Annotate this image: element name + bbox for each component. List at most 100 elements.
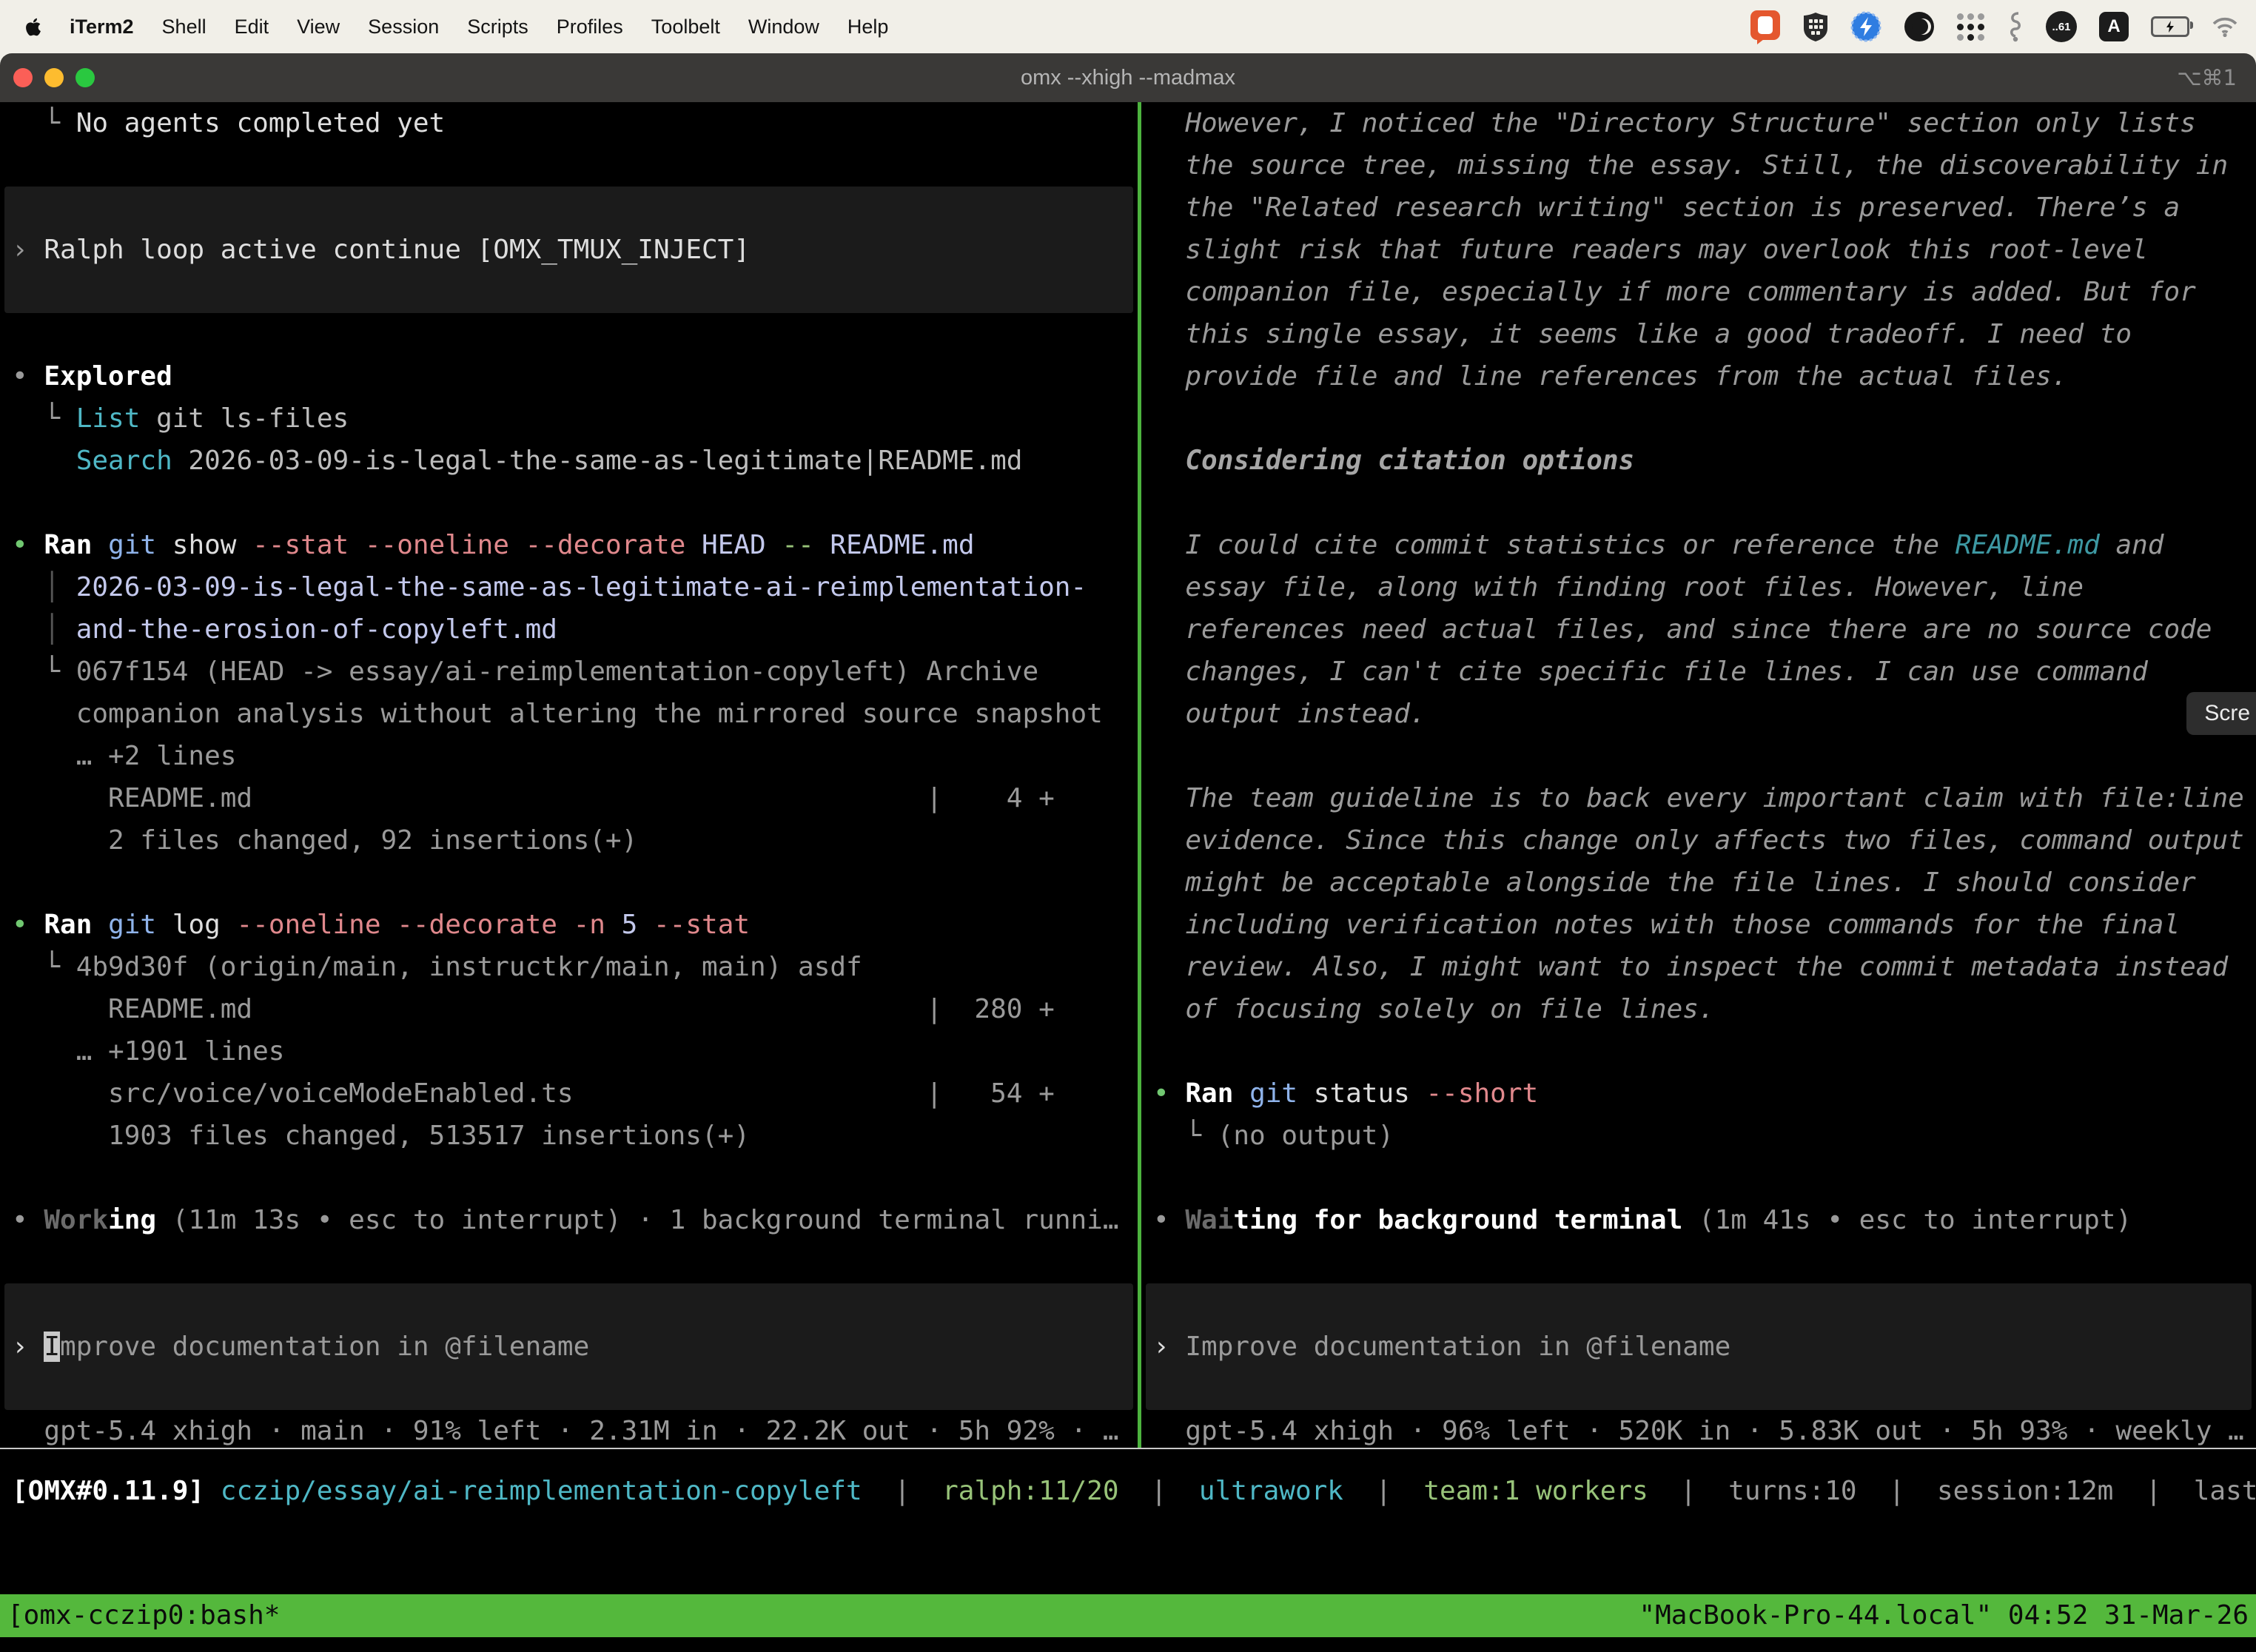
text-segment: --oneline --decorate -n xyxy=(236,910,621,940)
terminal-line: essay file, along with finding root file… xyxy=(1153,566,2256,608)
menu-toolbelt[interactable]: Toolbelt xyxy=(651,16,720,38)
text-segment: 2 files changed, 92 insertions(+) xyxy=(12,825,637,856)
text-segment: companion file, especially if more comme… xyxy=(1153,277,2196,307)
menu-view[interactable]: View xyxy=(297,16,340,38)
terminal-line: │ 2026-03-09-is-legal-the-same-as-legiti… xyxy=(12,566,1138,608)
text-segment: └ (no output) xyxy=(1153,1121,1394,1151)
text-segment: references need actual files, and since … xyxy=(1153,614,2212,645)
text-segment: • xyxy=(12,361,44,392)
traffic-lights xyxy=(0,68,95,87)
text-segment: └ 067f154 (HEAD -> essay/ai-reimplementa… xyxy=(12,657,1038,687)
left-pane: └ No agents completed yet› Ralph loop ac… xyxy=(0,102,1138,1454)
close-button[interactable] xyxy=(13,68,33,87)
tmux-status-bar: [omx-cczip0:bash* "MacBook-Pro-44.local"… xyxy=(0,1594,2256,1637)
terminal-line: including verification notes with those … xyxy=(1153,904,2256,946)
text-segment: -- xyxy=(782,530,830,560)
text-segment: … +2 lines xyxy=(12,741,236,771)
text-segment: and-the-erosion-of-copyleft.md xyxy=(76,614,557,645)
text-segment: mprove documentation in @filename xyxy=(60,1332,589,1362)
menu-bar: iTerm2 Shell Edit View Session Scripts Profile… xyxy=(0,0,2256,53)
terminal-line: output instead. xyxy=(1153,693,2256,735)
text-segment: team:1 workers xyxy=(1423,1476,1648,1506)
terminal-line: references need actual files, and since … xyxy=(1153,608,2256,651)
menu-items: iTerm2 Shell Edit View Session Scripts Profile… xyxy=(0,16,888,38)
terminal-line: The team guideline is to back every impo… xyxy=(1153,777,2256,819)
terminal-line: • Ran git show --stat --oneline --decora… xyxy=(12,524,1138,566)
menu-scripts[interactable]: Scripts xyxy=(467,16,528,38)
text-segment: changes, I can't cite specific file line… xyxy=(1153,657,2148,687)
terminal-line: src/voice/voiceModeEnabled.ts | 54 + xyxy=(12,1072,1138,1115)
terminal-line: evidence. Since this change only affects… xyxy=(1153,819,2256,862)
tmux-host-clock: "MacBook-Pro-44.local" 04:52 31-Mar-26 xyxy=(1639,1594,2249,1637)
text-segment: List xyxy=(76,403,156,434)
terminal-line: └ 4b9d30f (origin/main, instructkr/main,… xyxy=(12,946,1138,988)
text-segment: README.md | 280 + xyxy=(12,994,1055,1024)
text-segment: ultrawork xyxy=(1199,1476,1343,1506)
screen-tooltip: Scre xyxy=(2186,692,2256,735)
a-key-icon[interactable]: A xyxy=(2099,12,2129,41)
text-segment: git xyxy=(1249,1078,1314,1109)
text-segment: git ls-files xyxy=(156,403,349,434)
text-segment: companion analysis without altering the … xyxy=(12,699,1103,729)
text-segment: Search xyxy=(76,446,189,476)
wifi-icon[interactable] xyxy=(2212,16,2238,37)
terminal-line: … +1901 lines xyxy=(12,1030,1138,1072)
terminal-line: 2 files changed, 92 insertions(+) xyxy=(12,819,1138,862)
terminal-line: › Improve documentation in @filename xyxy=(12,1326,1138,1368)
text-segment: of focusing solely on file lines. xyxy=(1153,994,1715,1024)
hook-icon[interactable] xyxy=(2007,11,2024,42)
text-segment: last:5m ago xyxy=(2194,1476,2256,1506)
menu-help[interactable]: Help xyxy=(847,16,889,38)
text-segment: Explored xyxy=(44,361,172,392)
text-segment: might be acceptable alongside the file l… xyxy=(1153,867,2196,898)
lightning-badge-icon[interactable] xyxy=(1850,11,1881,42)
dots-grid-icon[interactable] xyxy=(1957,13,1985,41)
crescent-icon[interactable] xyxy=(1904,11,1935,42)
minimize-button[interactable] xyxy=(44,68,64,87)
text-segment: (11m 13s • esc to interrupt) · 1 backgro… xyxy=(156,1205,1118,1235)
terminal-line: Search 2026-03-09-is-legal-the-same-as-l… xyxy=(12,440,1138,482)
badge-61-icon[interactable]: ..61 xyxy=(2046,11,2077,42)
text-segment: Considering citation options xyxy=(1153,446,1634,476)
text-segment: No agents completed yet xyxy=(76,108,446,138)
terminal-line: • Waiting for background terminal (1m 41… xyxy=(1153,1199,2256,1241)
menu-edit[interactable]: Edit xyxy=(235,16,269,38)
window-shortcut-badge: ⌥⌘1 xyxy=(2177,65,2256,90)
text-segment: output instead. xyxy=(1153,699,1426,729)
terminal-line: of focusing solely on file lines. xyxy=(1153,988,2256,1030)
menu-iterm2[interactable]: iTerm2 xyxy=(70,16,134,38)
menu-shell[interactable]: Shell xyxy=(162,16,207,38)
text-segment: The team guideline is to back every impo… xyxy=(1153,783,2244,813)
text-segment: [OMX#0.11.9] xyxy=(12,1476,204,1506)
shield-grid-icon[interactable] xyxy=(1803,12,1828,41)
text-segment: … +1901 lines xyxy=(12,1036,284,1067)
menu-profiles[interactable]: Profiles xyxy=(557,16,623,38)
terminal-line: 1903 files changed, 513517 insertions(+) xyxy=(12,1115,1138,1157)
apple-menu[interactable] xyxy=(25,17,41,37)
terminal-line: • Working (11m 13s • esc to interrupt) ·… xyxy=(12,1199,1138,1241)
battery-charging-icon[interactable] xyxy=(2151,16,2189,37)
pane-divider[interactable] xyxy=(1138,102,1141,1448)
text-segment: Ran xyxy=(44,530,108,560)
terminal-line: However, I noticed the "Directory Struct… xyxy=(1153,102,2256,144)
zoom-button[interactable] xyxy=(75,68,95,87)
chat-bubble-icon[interactable] xyxy=(1750,10,1781,44)
text-segment: • xyxy=(12,530,44,560)
text-segment: Wai xyxy=(1185,1205,1233,1235)
text-segment: Work xyxy=(44,1205,108,1235)
terminal-line: gpt-5.4 xhigh · main · 91% left · 2.31M … xyxy=(12,1410,1138,1452)
terminal-line: the "Related research writing" section i… xyxy=(1153,187,2256,229)
screen: iTerm2 Shell Edit View Session Scripts Profile… xyxy=(0,0,2256,1652)
text-segment: turns:10 xyxy=(1728,1476,1856,1506)
text-segment: git xyxy=(108,530,172,560)
text-segment: • xyxy=(1153,1205,1185,1235)
terminal-line: changes, I can't cite specific file line… xyxy=(1153,651,2256,693)
terminal-line: │ and-the-erosion-of-copyleft.md xyxy=(12,608,1138,651)
text-segment: • xyxy=(12,910,44,940)
menu-session[interactable]: Session xyxy=(368,16,439,38)
terminal-line: Considering citation options xyxy=(1153,440,2256,482)
terminal-line: might be acceptable alongside the file l… xyxy=(1153,862,2256,904)
terminal-line: └ (no output) xyxy=(1153,1115,2256,1157)
text-segment: slight risk that future readers may over… xyxy=(1153,235,2148,265)
menu-window[interactable]: Window xyxy=(748,16,819,38)
